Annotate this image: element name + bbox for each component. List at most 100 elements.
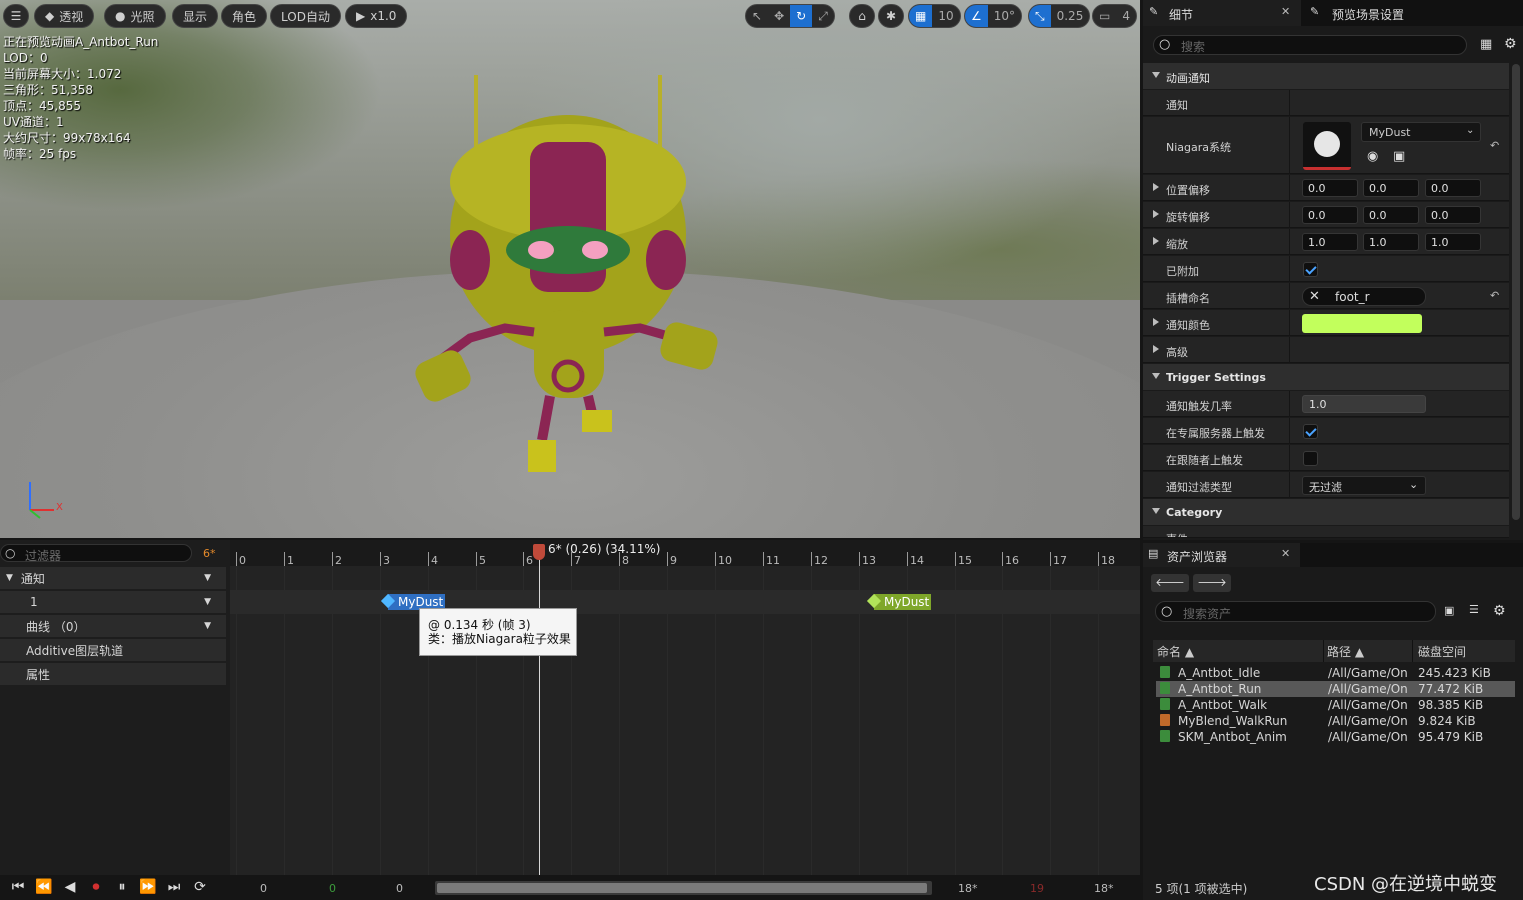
folder-add-icon[interactable]: ▣: [1444, 604, 1454, 617]
filter-input[interactable]: ○ 过滤器: [0, 544, 192, 563]
menu-button[interactable]: ☰: [3, 4, 29, 28]
tab-details[interactable]: ✎ 细节 ✕: [1143, 0, 1301, 26]
scale-y-field[interactable]: 1.0: [1363, 233, 1419, 251]
grid-icon[interactable]: ▦: [909, 5, 933, 27]
rotation-y-field[interactable]: 0.0: [1363, 206, 1419, 224]
angle-snap[interactable]: ∠ 10°: [964, 4, 1023, 28]
section-trigger-settings[interactable]: Trigger Settings: [1143, 364, 1509, 390]
section-category[interactable]: Category: [1143, 499, 1509, 525]
camera-button[interactable]: ⌂: [849, 4, 875, 28]
rotation-x-field[interactable]: 0.0: [1302, 206, 1358, 224]
collapse-icon[interactable]: [1153, 210, 1159, 218]
filter-type-dropdown[interactable]: 无过滤 ⌄: [1302, 476, 1426, 495]
scale-value[interactable]: 0.25: [1051, 5, 1090, 27]
attached-checkbox[interactable]: [1303, 262, 1318, 277]
location-z-field[interactable]: 0.0: [1425, 179, 1481, 197]
record-icon[interactable]: ⏺: [86, 877, 106, 897]
step-back-icon[interactable]: ⏪: [34, 877, 54, 897]
angle-icon[interactable]: ∠: [965, 5, 988, 27]
section-anim-notify[interactable]: 动画通知: [1143, 63, 1509, 89]
table-view-icon[interactable]: ▦: [1480, 37, 1492, 52]
track-area[interactable]: 0 1 2 3 4 5 6 7 8 9 10 11 12 13 14 15 16 17 18 6* (0.26) (…: [230, 540, 1140, 876]
dedicated-server-checkbox[interactable]: [1303, 424, 1318, 439]
scale-snap-icon[interactable]: ⤡: [1029, 5, 1051, 27]
niagara-dropdown[interactable]: MyDust ⌄: [1361, 122, 1481, 142]
close-icon[interactable]: ✕: [1281, 547, 1290, 560]
track-additive[interactable]: Additive图层轨道: [0, 639, 226, 661]
grid-value[interactable]: 10: [932, 5, 959, 27]
track-attributes[interactable]: 属性: [0, 663, 226, 685]
playhead-handle[interactable]: [533, 544, 545, 560]
angle-value[interactable]: 10°: [988, 5, 1021, 27]
lighting-button[interactable]: ● 光照: [104, 4, 166, 28]
character-button[interactable]: 角色: [221, 4, 268, 28]
filter-icon[interactable]: ☰: [1469, 603, 1479, 616]
asset-row[interactable]: A_Antbot_Idle/All/Game/On 245.423 KiB: [1156, 665, 1515, 681]
use-selected-icon[interactable]: ◉: [1367, 149, 1378, 164]
settings-icon[interactable]: ⚙: [1504, 36, 1517, 52]
timeline-scrollbar[interactable]: [435, 881, 932, 895]
scale-x-field[interactable]: 1.0: [1302, 233, 1358, 251]
socket-field[interactable]: ✕ foot_r: [1302, 287, 1426, 306]
dropdown-icon[interactable]: ▼: [204, 573, 211, 583]
step-forward-icon[interactable]: ⏩: [138, 877, 158, 897]
show-button[interactable]: 显示: [172, 4, 219, 28]
follower-checkbox[interactable]: [1303, 451, 1318, 466]
viewport[interactable]: X 正在预览动画A_Antbot_Run LOD：0 当前屏幕大小：1.072 …: [0, 0, 1140, 538]
skip-start-icon[interactable]: ⏮: [8, 877, 28, 897]
scale-z-field[interactable]: 1.0: [1425, 233, 1481, 251]
range-work-end[interactable]: 19: [1030, 882, 1044, 895]
rotation-z-field[interactable]: 0.0: [1425, 206, 1481, 224]
select-icon[interactable]: ↖: [746, 5, 768, 27]
asset-row[interactable]: SKM_Antbot_Anim/All/Game/On 95.479 KiB: [1156, 729, 1515, 745]
notify-color-swatch[interactable]: [1302, 314, 1422, 333]
range-start[interactable]: 0: [260, 882, 267, 895]
reset-icon[interactable]: ↶: [1490, 139, 1499, 152]
settings-icon[interactable]: ⚙: [1493, 603, 1506, 619]
asset-row-selected[interactable]: A_Antbot_Run/All/Game/On 77.472 KiB: [1156, 681, 1515, 697]
track-notify-1[interactable]: 1 ▼: [0, 591, 226, 613]
track-notify[interactable]: ▼ 通知 ▼: [0, 567, 226, 589]
video-camera-icon[interactable]: ▭: [1093, 5, 1116, 27]
asset-row[interactable]: A_Antbot_Walk/All/Game/On 98.385 KiB: [1156, 697, 1515, 713]
camera-speed[interactable]: ▭ 4: [1092, 4, 1137, 28]
scrollbar-thumb[interactable]: [437, 883, 927, 893]
collapse-icon[interactable]: [1153, 318, 1159, 326]
column-size[interactable]: 磁盘空间: [1418, 643, 1466, 660]
rotate-icon[interactable]: ↻: [790, 5, 813, 27]
scale-snap[interactable]: ⤡ 0.25: [1028, 4, 1091, 28]
range-work-start[interactable]: 0: [329, 882, 336, 895]
collapse-icon[interactable]: [1153, 237, 1159, 245]
tab-preview-scene[interactable]: ✎ 预览场景设置: [1306, 0, 1516, 26]
column-name[interactable]: 命名 ▲: [1157, 643, 1194, 660]
asset-row[interactable]: MyBlend_WalkRun/All/Game/On 9.824 KiB: [1156, 713, 1515, 729]
dropdown-icon[interactable]: ▼: [204, 621, 211, 631]
reset-icon[interactable]: ↶: [1490, 289, 1499, 302]
skip-end-icon[interactable]: ⏭: [164, 877, 184, 897]
play-reverse-icon[interactable]: ◀: [60, 877, 80, 897]
asset-search[interactable]: ○ 搜索资产: [1155, 601, 1436, 622]
scale-icon[interactable]: ⤢: [812, 5, 834, 27]
lod-button[interactable]: LOD自动: [270, 4, 341, 28]
track-curves[interactable]: 曲线 （0） ▼: [0, 615, 226, 637]
location-x-field[interactable]: 0.0: [1302, 179, 1358, 197]
range-view-end[interactable]: 18*: [958, 882, 978, 895]
column-path[interactable]: 路径 ▲: [1327, 643, 1364, 660]
surface-snap-button[interactable]: ✱: [878, 4, 904, 28]
notify-marker[interactable]: MyDust: [866, 593, 932, 610]
range-end[interactable]: 18*: [1094, 882, 1114, 895]
play-rate-button[interactable]: ▶ x1.0: [345, 4, 408, 28]
forward-button[interactable]: 🡒: [1193, 574, 1231, 592]
grid-snap[interactable]: ▦ 10: [908, 4, 961, 28]
close-icon[interactable]: ✕: [1281, 5, 1290, 18]
loop-icon[interactable]: ⟳: [190, 877, 210, 897]
pause-icon[interactable]: ⏸: [112, 877, 132, 897]
range-view-start[interactable]: 0: [396, 882, 403, 895]
collapse-icon[interactable]: [1153, 183, 1159, 191]
clear-icon[interactable]: ✕: [1309, 289, 1320, 304]
camera-speed-value[interactable]: 4: [1116, 5, 1136, 27]
details-scrollbar[interactable]: [1512, 64, 1520, 520]
browse-icon[interactable]: ▣: [1393, 149, 1405, 164]
location-y-field[interactable]: 0.0: [1363, 179, 1419, 197]
transform-tools[interactable]: ↖ ✥ ↻ ⤢: [745, 4, 835, 28]
